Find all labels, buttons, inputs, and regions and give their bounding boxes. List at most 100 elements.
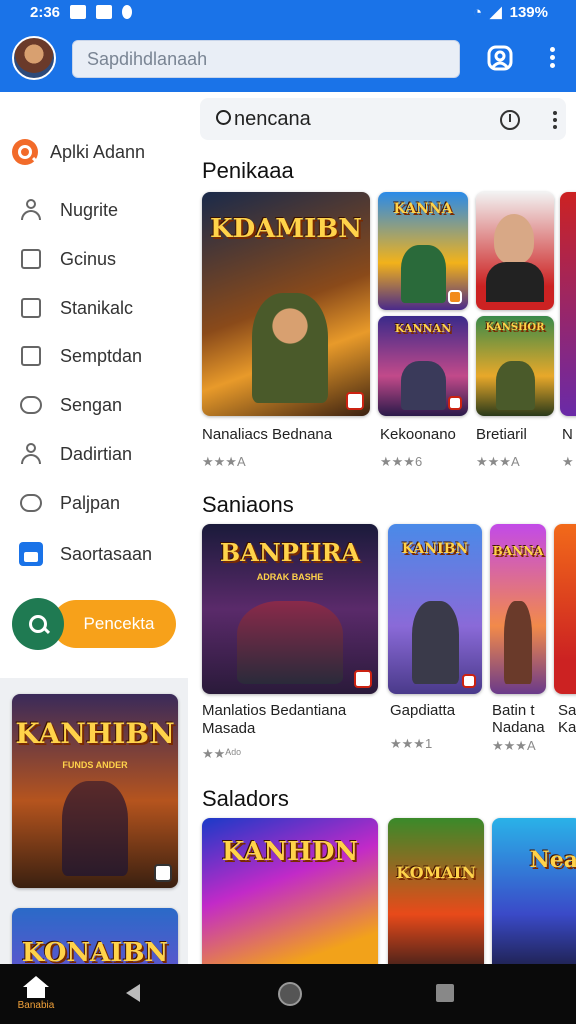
game-card-art[interactable]: Nea [492, 818, 576, 964]
game-card-art[interactable] [476, 192, 554, 310]
game-badge-icon [154, 864, 172, 882]
checkbox-icon [18, 295, 44, 321]
person-icon [18, 197, 44, 223]
art-subtitle: FUNDS ANDER [62, 759, 128, 770]
drawer-item-label: Semptdan [60, 345, 143, 366]
drawer-item-label: Paljpan [60, 492, 121, 513]
drawer-item-2[interactable]: Gcinus [0, 237, 188, 281]
game-art [494, 214, 534, 264]
drawer-item-6[interactable]: Dadirtian [0, 432, 188, 476]
game-card-art[interactable] [554, 524, 576, 694]
game-rating: ★★★6 [380, 454, 423, 469]
timer-icon[interactable] [500, 110, 520, 130]
game-rating: ★★ᴬᵈᵒ [202, 746, 242, 761]
drawer-item-8[interactable]: Saortasaan [0, 532, 188, 576]
drawer-item-7[interactable]: Paljpan [0, 481, 188, 525]
promo-card[interactable]: KANHIBN FUNDS ANDER [12, 694, 178, 888]
game-title[interactable]: Batin t Nadana [492, 702, 550, 736]
game-badge-icon [346, 392, 364, 410]
more-options-icon[interactable] [540, 44, 564, 72]
game-badge-icon [462, 674, 476, 688]
content-search-bar[interactable]: nencana [200, 98, 566, 140]
game-title[interactable]: Kekoonano [380, 426, 456, 443]
drawer-item-label: Aplki Adann [50, 141, 146, 162]
navigation-drawer: Aplki Adann Nugrite Gcinus Stanikalc Sem… [0, 92, 189, 964]
status-time: 2:36 [30, 3, 61, 21]
image-icon [18, 246, 44, 272]
section-title: Saladors [202, 786, 289, 811]
person-icon [18, 441, 44, 467]
game-card-art[interactable]: KOMAIN [388, 818, 484, 964]
game-badge-icon [448, 396, 462, 410]
game-card-art[interactable]: BANPHRA ADRAK BASHE [202, 524, 378, 694]
signal-icon: ◢ [490, 4, 502, 21]
drawer-item-3[interactable]: Stanikalc [0, 286, 188, 330]
game-rating: ★ [562, 454, 574, 469]
save-icon [18, 541, 44, 567]
game-card-art[interactable]: BANNA [490, 524, 546, 694]
game-card-art[interactable]: KANHDN [202, 818, 378, 964]
art-title: KANNA [393, 201, 453, 218]
art-title: KDAMIBN [209, 214, 362, 245]
back-icon[interactable] [126, 984, 140, 1002]
game-card-art[interactable]: KANSHOR [476, 316, 554, 416]
wifi-icon: ◔ [473, 3, 483, 21]
chat-icon [18, 490, 44, 516]
game-title[interactable]: Manlatios Bedantiana Masada [202, 702, 382, 738]
game-art [495, 361, 535, 410]
art-title: KANHDN [221, 837, 359, 868]
game-title[interactable]: N [562, 426, 573, 443]
search-input[interactable]: Sapdihdlanaah [72, 40, 460, 78]
art-title: KANSHOR [485, 322, 545, 333]
game-art [504, 600, 532, 684]
game-title[interactable]: Nanaliacs Bednana [202, 426, 332, 443]
game-art [411, 600, 459, 684]
search-icon [12, 139, 38, 165]
game-card-art[interactable]: KANNAN [378, 316, 468, 416]
drawer-item-label: Saortasaan [60, 543, 153, 564]
game-title[interactable]: Gapdiatta [390, 702, 455, 719]
more-options-icon[interactable] [550, 108, 560, 132]
drawer-item-search[interactable]: Aplki Adann [0, 130, 188, 174]
game-card-art[interactable] [560, 192, 576, 416]
game-art [61, 781, 129, 877]
game-title[interactable]: Bretiaril [476, 426, 527, 443]
game-card-art[interactable]: KANIBN [388, 524, 482, 694]
status-bar: 2:36 ◔ ◢ 139% [0, 0, 576, 24]
avatar[interactable] [12, 36, 56, 80]
game-art [400, 245, 446, 303]
art-title: Nea [529, 846, 576, 873]
recent-apps-icon[interactable] [436, 984, 454, 1002]
drawer-item-1[interactable]: Nugrite [0, 188, 188, 232]
search-action-label: Pencekta [52, 600, 176, 648]
home-tab[interactable]: Banabia [14, 976, 58, 1016]
drawer-item-4[interactable]: Semptdan [0, 334, 188, 378]
drawer-item-label: Nugrite [60, 199, 119, 220]
home-icon [23, 976, 49, 998]
art-title: KANIBN [401, 541, 469, 557]
battery-level: 139% [509, 3, 548, 21]
notification-icon [122, 5, 133, 19]
main-content: nencana Penikaaa KDAMIBN KANNA KANNAN KA… [188, 92, 576, 964]
search-action-button[interactable]: Pencekta [12, 598, 176, 650]
search-query: nencana [216, 108, 311, 131]
game-badge-icon [448, 290, 462, 304]
game-title[interactable]: Sa Ka [558, 702, 576, 736]
system-nav-bar: Banabia [0, 964, 576, 1024]
game-art [400, 361, 446, 410]
message-icon [96, 5, 113, 19]
game-rating: ★★★A [476, 454, 520, 469]
game-card-art[interactable]: KANNA [378, 192, 468, 310]
art-title: BANNA [492, 544, 544, 559]
promo-card[interactable]: KONAIBN [12, 908, 178, 964]
home-circle-icon[interactable] [278, 982, 302, 1006]
game-card-art[interactable]: KDAMIBN [202, 192, 370, 416]
drawer-item-label: Dadirtian [60, 443, 133, 464]
chat-icon [18, 392, 44, 418]
drawer-item-label: Sengan [60, 394, 123, 415]
art-title: KONAIBN [21, 938, 169, 964]
home-tab-label: Banabia [17, 1000, 55, 1011]
account-icon[interactable] [486, 44, 514, 72]
drawer-item-5[interactable]: Sengan [0, 383, 188, 427]
drawer-item-label: Gcinus [60, 248, 117, 269]
